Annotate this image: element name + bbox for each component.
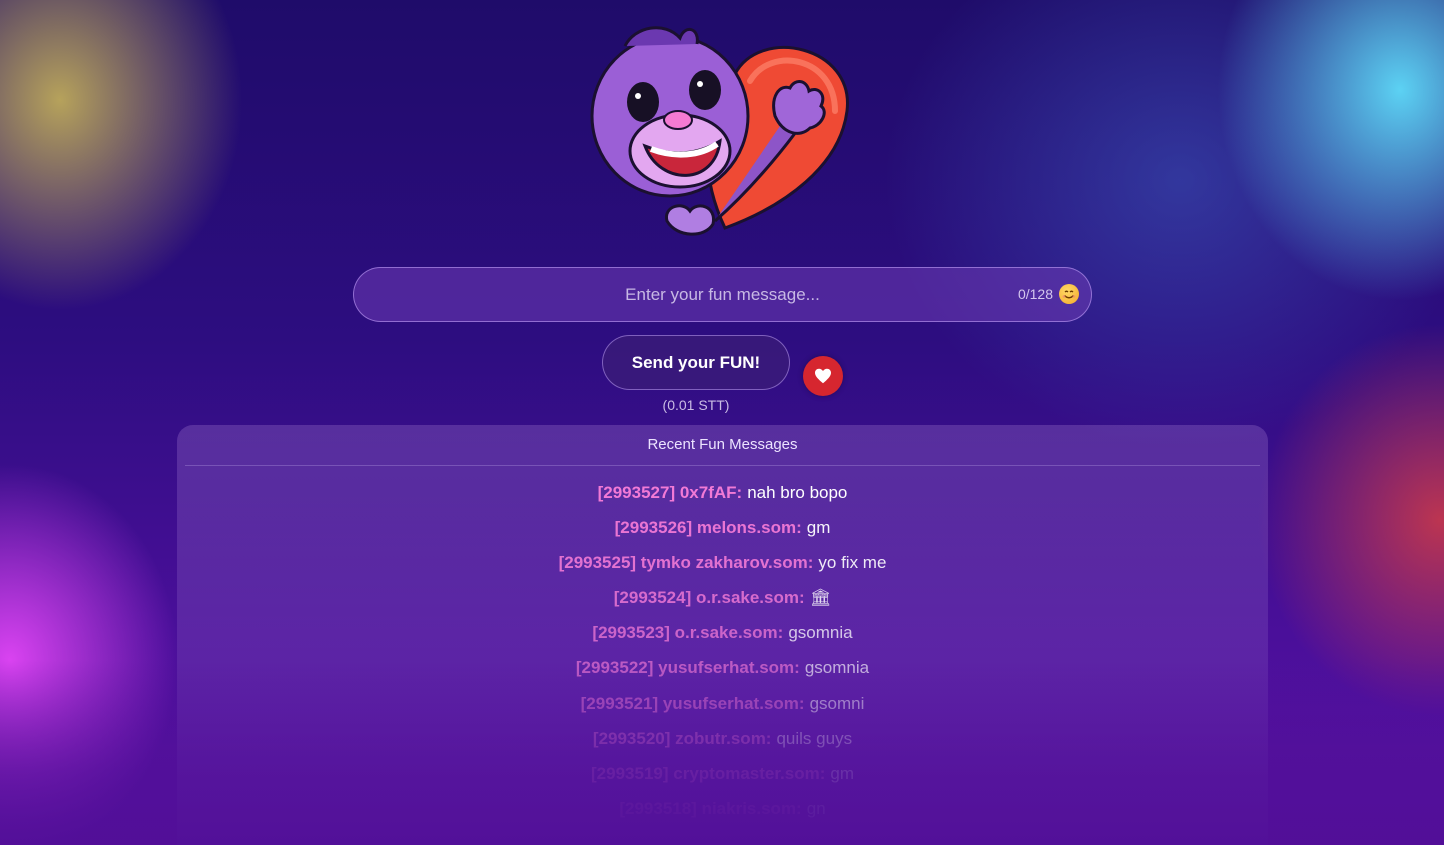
list-item: [2993523] o.r.sake.som: gsomnia [177,623,1268,658]
list-item: [2993519] cryptomaster.som: gm [177,764,1268,799]
list-item: [2993526] melons.som: gm [177,518,1268,553]
message-text: gn [806,798,826,818]
heart-icon [815,368,831,384]
messages-list: [2993527] 0x7fAF: nah bro bopo [2993526] … [177,483,1268,834]
like-button[interactable] [803,356,843,396]
list-item: [2993525] tymko zakharov.som: yo fix me [177,553,1268,588]
message-text: gsomni [809,693,865,713]
character-counter: 0/128 [1017,286,1053,302]
message-sender: [2993526] melons.som: [614,518,802,538]
message-input-container: 0/128 [353,267,1092,322]
list-item: [2993518] niakris.som: gn [177,799,1268,834]
list-item: [2993524] o.r.sake.som: 🏛 [177,588,1268,623]
message-text: gsomnia [804,658,870,678]
message-sender: [2993520] zobutr.som: [592,728,772,748]
message-sender: [2993524] o.r.sake.som: [613,588,805,608]
message-text: 🏛 [809,588,832,608]
message-text: gm [830,763,854,783]
mascot-logo [590,26,849,236]
list-item: [2993527] 0x7fAF: nah bro bopo [177,483,1268,518]
message-text: yo fix me [818,553,887,573]
send-price: (0.01 STT) [662,397,730,413]
list-item: [2993522] yusufserhat.som: gsomnia [177,658,1268,693]
panel-title: Recent Fun Messages [185,425,1260,466]
message-sender: [2993525] tymko zakharov.som: [558,553,814,573]
message-sender: [2993521] yusufserhat.som: [580,693,805,713]
message-text: quils guys [776,728,853,748]
send-fun-button[interactable]: Send your FUN! [602,335,790,390]
message-sender: [2993519] cryptomaster.som: [591,763,826,783]
message-sender: [2993523] o.r.sake.som: [592,623,784,643]
recent-messages-panel: Recent Fun Messages [2993527] 0x7fAF: nah… [177,425,1268,845]
list-item: [2993521] yusufserhat.som: gsomni [177,694,1268,729]
message-sender: [2993522] yusufserhat.som: [575,658,800,678]
smiling-emoji-icon[interactable] [1059,284,1079,304]
message-input[interactable] [354,268,1091,321]
message-text: nah bro bopo [747,483,848,502]
message-text: gsomnia [788,623,853,643]
list-item: [2993520] zobutr.som: quils guys [177,729,1268,764]
message-text: gm [806,518,831,538]
message-sender: [2993527] 0x7fAF: [597,483,743,502]
message-sender: [2993518] niakris.som: [619,798,802,818]
